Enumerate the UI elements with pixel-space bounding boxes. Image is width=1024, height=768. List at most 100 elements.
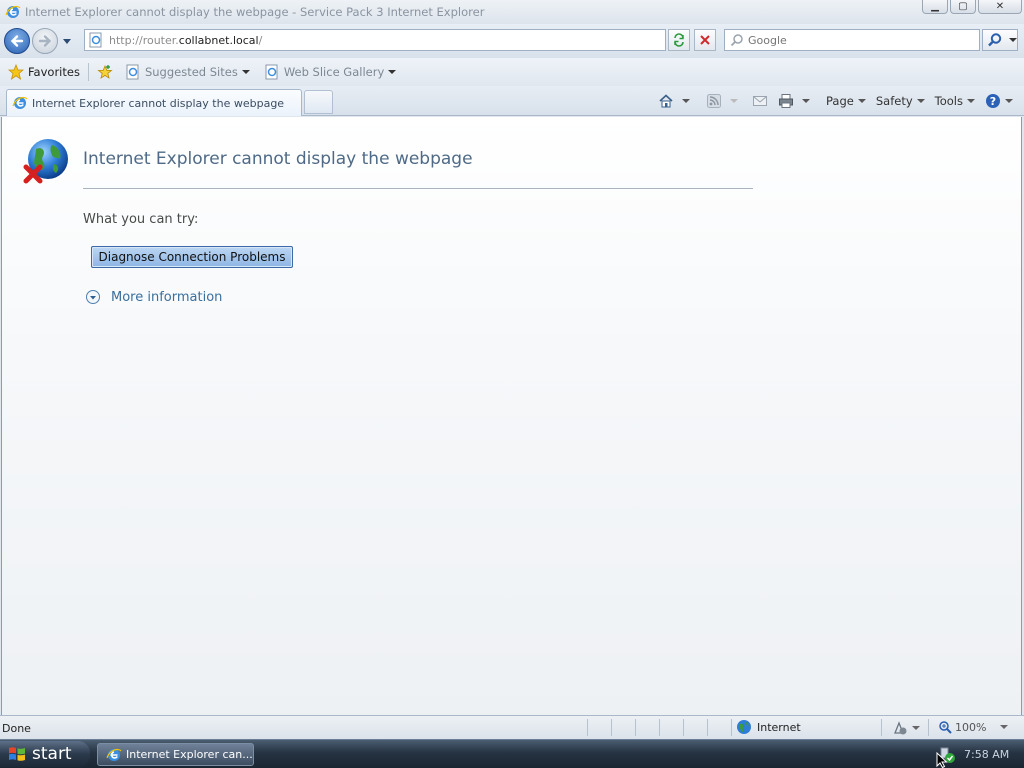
help-menu[interactable]: ? (980, 91, 1018, 111)
page-menu[interactable]: Page (821, 91, 871, 111)
protected-mode-icon (894, 721, 907, 735)
magnifier-icon (730, 34, 743, 47)
stop-button[interactable] (694, 29, 716, 51)
tab-active[interactable]: Internet Explorer cannot display the web… (6, 89, 302, 116)
mail-icon (753, 96, 768, 106)
page-title: Internet Explorer cannot display the web… (83, 149, 473, 169)
address-url[interactable]: http://router.collabnet.local/ (109, 34, 262, 47)
more-information-link[interactable]: More information (85, 289, 222, 305)
chevron-down-icon (857, 99, 866, 103)
title-divider (83, 188, 753, 189)
suggested-sites-label: Suggested Sites (144, 65, 238, 79)
status-divider (683, 719, 684, 736)
status-divider (881, 719, 882, 736)
new-tab-button[interactable] (304, 90, 333, 114)
search-box[interactable] (724, 29, 980, 51)
back-button[interactable] (4, 28, 30, 54)
help-icon: ? (986, 94, 1000, 108)
ie-page-icon (265, 64, 278, 80)
tools-menu-label: Tools (934, 94, 963, 108)
ie-icon (5, 5, 21, 18)
clock: 7:58 AM (964, 748, 1010, 761)
maximize-button[interactable]: ▢ (950, 0, 976, 14)
favorites-label: Favorites (28, 65, 80, 79)
svg-text:?: ? (990, 95, 996, 108)
globe-icon (737, 720, 751, 734)
tools-menu[interactable]: Tools (930, 91, 980, 111)
ie-icon (106, 748, 122, 761)
page-ie-icon (89, 32, 102, 48)
minimize-button[interactable]: ▁ (922, 0, 948, 14)
chevron-down-icon (730, 99, 739, 103)
recent-pages-dropdown[interactable] (61, 35, 73, 47)
favorites-separator (87, 63, 89, 81)
star-icon (8, 64, 24, 80)
add-favorite-icon (97, 64, 113, 79)
tab-row: Internet Explorer cannot display the web… (0, 86, 1024, 116)
favorites-button[interactable]: Favorites (4, 61, 84, 83)
status-bar: Done Internet 100% (0, 715, 1024, 739)
more-information-label: More information (111, 289, 223, 305)
rss-icon (707, 94, 722, 108)
chevron-down-icon (388, 70, 397, 74)
status-divider (635, 719, 636, 736)
refresh-button[interactable] (668, 29, 690, 51)
home-icon (659, 94, 673, 108)
title-bar: Internet Explorer cannot display the web… (0, 0, 1024, 24)
page-menu-label: Page (826, 94, 854, 108)
chevron-down-icon (967, 99, 975, 103)
printer-icon (779, 94, 794, 108)
favorites-bar: Favorites Suggested Sites Web Slice Gall… (0, 58, 1024, 86)
status-divider (707, 719, 708, 736)
safety-menu[interactable]: Safety (871, 91, 930, 111)
status-divider (659, 719, 660, 736)
search-options-dropdown[interactable] (1009, 38, 1017, 42)
status-text: Done (2, 722, 31, 735)
zoom-control[interactable]: 100% (938, 720, 1009, 734)
forward-button[interactable] (32, 28, 58, 54)
windows-flag-icon (9, 747, 25, 761)
status-divider (587, 719, 588, 736)
home-button[interactable] (653, 91, 695, 111)
taskbar-item-ie[interactable]: Internet Explorer can... (97, 743, 254, 766)
refresh-icon (674, 33, 684, 47)
tab-label: Internet Explorer cannot display the web… (32, 96, 285, 110)
protected-mode-button[interactable] (892, 720, 920, 736)
zoom-icon (939, 721, 952, 734)
print-button[interactable] (773, 91, 815, 111)
add-to-favorites-bar-button[interactable] (93, 61, 121, 83)
feeds-button[interactable] (701, 91, 743, 111)
zoom-level: 100% (955, 720, 987, 734)
address-bar[interactable]: http://router.collabnet.local/ (84, 29, 666, 51)
stop-icon (700, 35, 710, 45)
command-bar: Page Safety Tools ? (653, 91, 1018, 111)
safety-menu-label: Safety (875, 94, 913, 108)
expand-chevron-icon (86, 290, 100, 304)
read-mail-button[interactable] (747, 91, 773, 111)
web-slice-gallery-button[interactable]: Web Slice Gallery (260, 61, 400, 83)
taskbar: start Internet Explorer can... 7:58 AM (0, 739, 1024, 768)
chevron-down-icon (912, 726, 920, 730)
search-button[interactable] (982, 29, 1018, 51)
diagnose-connection-button[interactable]: Diagnose Connection Problems (91, 246, 293, 268)
window-title: Internet Explorer cannot display the web… (25, 5, 485, 19)
status-divider (611, 719, 612, 736)
search-input[interactable] (748, 33, 968, 47)
ie-page-icon (126, 64, 139, 80)
start-button[interactable]: start (0, 741, 90, 767)
back-arrow-icon (10, 35, 24, 47)
address-row: http://router.collabnet.local/ (0, 24, 1024, 58)
window-controls: ▁ ▢ ✕ (920, 0, 1022, 14)
web-slice-gallery-label: Web Slice Gallery (283, 65, 385, 79)
zone-label: Internet (757, 720, 801, 734)
close-button[interactable]: ✕ (978, 0, 1022, 14)
status-divider (731, 719, 732, 736)
search-go-icon (988, 33, 1002, 47)
chevron-down-icon (241, 70, 250, 74)
suggested-sites-button[interactable]: Suggested Sites (121, 61, 254, 83)
try-label: What you can try: (83, 212, 199, 227)
chevron-down-icon[interactable] (682, 99, 691, 103)
security-zone[interactable]: Internet (736, 719, 801, 735)
status-divider (928, 719, 929, 736)
chevron-down-icon[interactable] (802, 99, 811, 103)
